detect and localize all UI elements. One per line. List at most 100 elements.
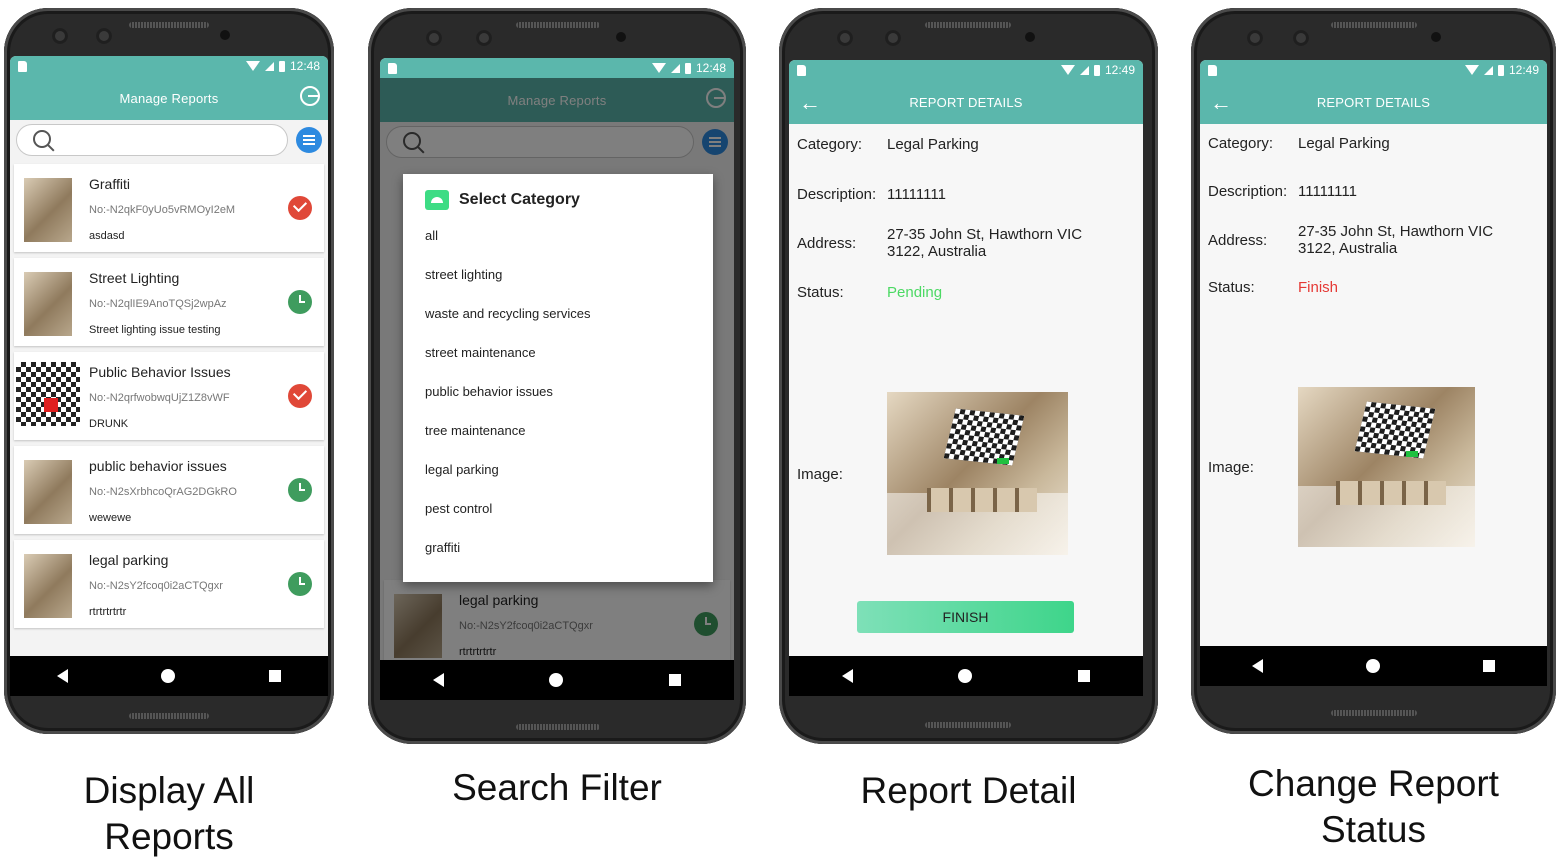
pending-clock-icon <box>288 572 312 596</box>
sensor-dot <box>220 30 230 40</box>
report-title: Graffiti <box>89 176 130 192</box>
category-option[interactable]: graffiti <box>403 528 713 567</box>
report-photo <box>887 392 1068 555</box>
category-option[interactable]: all <box>403 216 713 255</box>
nav-recent-icon[interactable] <box>269 670 282 682</box>
nav-home-icon[interactable] <box>161 669 176 683</box>
sdcard-icon <box>797 64 806 76</box>
nav-back-icon[interactable] <box>432 673 444 687</box>
nav-bar <box>1200 646 1547 686</box>
list-item[interactable]: Graffiti No:-N2qkF0yUo5vRMOyI2eM asdasd <box>14 164 324 252</box>
address-line2: 3122, Australia <box>1298 240 1398 257</box>
category-value: Legal Parking <box>887 136 979 153</box>
bottom-speaker <box>925 722 1011 728</box>
page-title: Manage Reports <box>119 90 219 106</box>
front-camera <box>426 30 442 46</box>
nav-home-icon[interactable] <box>549 673 564 687</box>
phone-display-all: 12:48 Manage Reports Graffiti No:-N2qkF0y… <box>4 8 334 734</box>
screen: 12:49 ← REPORT DETAILS Category: Legal P… <box>789 60 1143 696</box>
category-option[interactable]: legal parking <box>403 450 713 489</box>
category-list: all street lighting waste and recycling se… <box>403 216 713 567</box>
nav-back-icon[interactable] <box>841 669 853 683</box>
search-input[interactable] <box>16 124 288 156</box>
pending-clock-icon <box>288 290 312 314</box>
nav-back-icon[interactable] <box>56 669 68 683</box>
report-description: wewewe <box>89 512 132 524</box>
category-option[interactable]: waste and recycling services <box>403 294 713 333</box>
front-camera <box>1293 30 1309 46</box>
category-option[interactable]: tree maintenance <box>403 411 713 450</box>
description-label: Description: <box>797 186 877 203</box>
clock: 12:49 <box>1104 63 1135 77</box>
phone-change-status: 12:49 ← REPORT DETAILS Category: Legal P… <box>1191 8 1556 734</box>
nav-bar <box>789 656 1143 696</box>
caption-line: Search Filter <box>452 767 662 808</box>
back-arrow-icon[interactable]: ← <box>799 90 821 116</box>
description-value: 11111111 <box>887 186 946 203</box>
sdcard-icon <box>1208 64 1217 76</box>
finish-button[interactable]: FINISH <box>857 601 1074 633</box>
status-bar: 12:49 <box>1200 60 1547 80</box>
bottom-speaker <box>1331 710 1417 716</box>
status-bar: 12:48 <box>10 56 328 76</box>
category-label: Category: <box>1208 135 1274 152</box>
category-label: Category: <box>797 136 863 153</box>
report-number: No:-N2sY2fcoq0i2aCTQgxr <box>89 580 223 592</box>
status-label: Status: <box>797 284 844 301</box>
nav-back-icon[interactable] <box>1251 659 1263 673</box>
category-option[interactable]: street maintenance <box>403 333 713 372</box>
nav-home-icon[interactable] <box>958 669 973 683</box>
battery-icon <box>278 60 285 72</box>
nav-home-icon[interactable] <box>1365 659 1380 673</box>
battery-icon <box>684 62 691 74</box>
image-label: Image: <box>797 466 843 483</box>
status-value: Finish <box>1298 279 1339 296</box>
list-item[interactable]: legal parking No:-N2sY2fcoq0i2aCTQgxr rtrt… <box>14 540 324 628</box>
page-title: REPORT DETAILS <box>909 94 1023 110</box>
phone-report-detail: 12:49 ← REPORT DETAILS Category: Legal P… <box>779 8 1158 744</box>
caption-line: Report Detail <box>860 770 1077 811</box>
list-item[interactable]: public behavior issues No:-N2sXrbhcoQrAG2… <box>14 446 324 534</box>
address-line1: 27-35 John St, Hawthorn VIC <box>887 226 1083 243</box>
logout-icon[interactable] <box>300 86 320 106</box>
category-option[interactable]: street lighting <box>403 255 713 294</box>
report-thumbnail <box>24 554 72 618</box>
nav-recent-icon[interactable] <box>669 674 682 686</box>
wifi-icon <box>1464 65 1479 75</box>
sdcard-icon <box>388 62 397 74</box>
app-bar: ← REPORT DETAILS <box>789 80 1143 124</box>
report-number: No:-N2sXrbhcoQrAG2DGkRO <box>89 486 237 498</box>
signal-icon <box>670 63 680 73</box>
caption-line: Reports <box>104 816 234 857</box>
list-item[interactable]: Street Lighting No:-N2qlIE9AnoTQSj2wpAz St… <box>14 258 324 346</box>
list-item[interactable]: Public Behavior Issues No:-N2qrfwobwqUjZ1… <box>14 352 324 440</box>
filter-button[interactable] <box>296 127 322 153</box>
report-description: Street lighting issue testing <box>89 324 221 336</box>
signal-icon <box>1483 65 1493 75</box>
description-label: Description: <box>1208 183 1288 200</box>
caption-display-all: Display All Reports <box>4 768 334 860</box>
report-number: No:-N2qrfwobwqUjZ1Z8vWF <box>89 392 230 404</box>
earpiece-speaker <box>925 22 1011 28</box>
signal-icon <box>264 61 274 71</box>
category-option[interactable]: pest control <box>403 489 713 528</box>
clock: 12:48 <box>289 59 320 73</box>
dialog-header: Select Category <box>403 174 713 216</box>
sensor-dot <box>1025 32 1035 42</box>
report-description: asdasd <box>89 230 125 242</box>
screen: 12:48 Manage Reports legal parking No:-N… <box>380 58 734 700</box>
nav-recent-icon[interactable] <box>1483 660 1496 672</box>
back-arrow-icon[interactable]: ← <box>1210 90 1232 116</box>
report-description: DRUNK <box>89 418 129 430</box>
earpiece-speaker <box>1331 22 1417 28</box>
front-camera <box>476 30 492 46</box>
search-row <box>10 120 328 160</box>
done-check-icon <box>288 196 312 220</box>
app-bar: Manage Reports <box>10 76 328 120</box>
battery-icon <box>1497 64 1504 76</box>
nav-recent-icon[interactable] <box>1078 670 1091 682</box>
category-option[interactable]: public behavior issues <box>403 372 713 411</box>
search-icon <box>33 130 51 148</box>
report-thumbnail <box>24 178 72 242</box>
category-value: Legal Parking <box>1298 135 1390 152</box>
